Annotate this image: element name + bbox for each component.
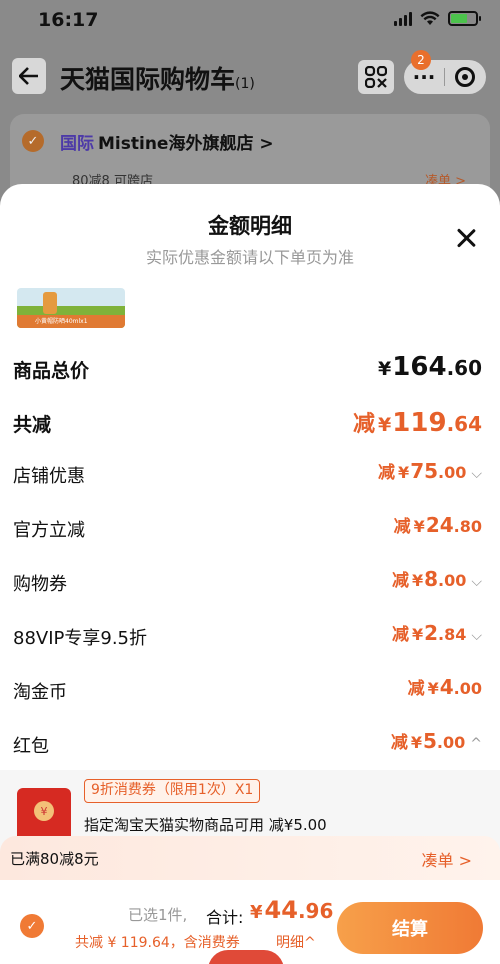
checkout-bar: ✓ 已选1件, 合计: ¥44.96 共减 ¥ 119.64，含消费券 明细^ … (0, 880, 500, 964)
store-name-link[interactable]: Mistine海外旗舰店 > (98, 129, 274, 154)
row-label: 红包 (13, 736, 49, 757)
product-thumbnail-label: 小黄帽防晒40mlx1 (17, 315, 125, 328)
chevron-up-icon: ^ (470, 736, 482, 752)
coudan-link[interactable]: 凑单 > (422, 847, 473, 871)
cellular-signal-icon (394, 11, 412, 26)
row-official-discount: 官方立减 减 ¥24.80 (0, 508, 500, 548)
promo-bar: 已满80减8元 凑单 > (0, 836, 500, 880)
qr-code-icon (365, 66, 387, 88)
checkout-button[interactable]: 结算 (337, 902, 483, 954)
selected-count: 已选1件, (128, 906, 188, 924)
sheet-subtitle: 实际优惠金额请以下单页为准 (145, 248, 354, 267)
row-label: 淘金币 (13, 682, 67, 703)
row-value: 减 ¥119.64 (353, 408, 482, 438)
row-value: 减 ¥8.00 ⌵ (391, 567, 482, 591)
status-time: 16:17 (38, 9, 99, 31)
record-circle-icon (455, 67, 475, 87)
back-arrow-icon (19, 67, 38, 85)
qr-scan-button[interactable] (358, 60, 394, 94)
detail-toggle[interactable]: 明细^ (276, 932, 316, 952)
row-value: 减 ¥5.00 ^ (390, 729, 482, 753)
chevron-down-icon: ⌵ (471, 466, 482, 482)
status-bar: 16:17 (0, 0, 500, 42)
coupon-description: 指定淘宝天猫实物商品可用 减¥5.00 (84, 816, 327, 834)
back-button[interactable] (12, 58, 46, 94)
close-miniapp-button[interactable] (445, 67, 485, 87)
amount-detail-sheet: 金额明细 实际优惠金额请以下单页为准 小黄帽防晒40mlx1 商品总价 ¥164… (0, 184, 500, 964)
row-value: 减 ¥4.00 (407, 675, 482, 699)
chevron-down-icon: ⌵ (471, 574, 482, 590)
total-amount: ¥44.96 (250, 896, 334, 924)
cart-count: (1) (235, 76, 255, 92)
message-count-badge: 2 (411, 50, 431, 70)
store-select-checkbox[interactable]: ✓ (22, 130, 44, 152)
row-88vip-discount[interactable]: 88VIP专享9.5折 减 ¥2.84 ⌵ (0, 616, 500, 656)
battery-icon (448, 11, 481, 26)
row-shopping-voucher[interactable]: 购物券 减 ¥8.00 ⌵ (0, 562, 500, 602)
close-icon[interactable] (454, 226, 478, 250)
row-label: 官方立减 (13, 520, 85, 541)
select-all-checkbox[interactable]: ✓ (20, 914, 44, 938)
store-region-tag: 国际 (60, 134, 94, 154)
row-value: ¥164.60 (378, 352, 482, 382)
cart-title-text: 天猫国际购物车 (60, 65, 236, 94)
row-total-discount: 共减 减 ¥119.64 (0, 402, 500, 442)
row-store-discount[interactable]: 店铺优惠 减 ¥75.00 ⌵ (0, 454, 500, 494)
row-label: 店铺优惠 (13, 466, 85, 487)
row-value: 减 ¥75.00 ⌵ (378, 459, 482, 483)
wifi-icon (420, 11, 440, 25)
row-total-price: 商品总价 ¥164.60 (0, 348, 500, 388)
row-label: 购物券 (13, 574, 67, 595)
cart-title: 天猫国际购物车(1) (60, 60, 255, 96)
row-label: 共减 (13, 414, 52, 436)
row-value: 减 ¥24.80 (393, 513, 482, 537)
promo-status-text: 已满80减8元 (10, 850, 99, 868)
coupon-tag: 9折消费券（限用1次）X1 (84, 779, 261, 803)
row-red-packet[interactable]: 红包 减 ¥5.00 ^ (0, 724, 500, 764)
product-thumbnail: 小黄帽防晒40mlx1 (17, 288, 125, 328)
row-label: 商品总价 (13, 360, 90, 382)
floating-bubble (208, 950, 284, 964)
status-icons (394, 11, 481, 26)
sheet-title: 金额明细 (208, 214, 292, 238)
chevron-down-icon: ⌵ (471, 628, 482, 644)
row-value: 减 ¥2.84 ⌵ (391, 621, 482, 645)
discount-summary: 共减 ¥ 119.64，含消费券 (75, 935, 240, 951)
total-label: 合计: (206, 908, 244, 927)
row-taojinbi: 淘金币 减 ¥4.00 (0, 670, 500, 710)
row-label: 88VIP专享9.5折 (13, 628, 148, 649)
